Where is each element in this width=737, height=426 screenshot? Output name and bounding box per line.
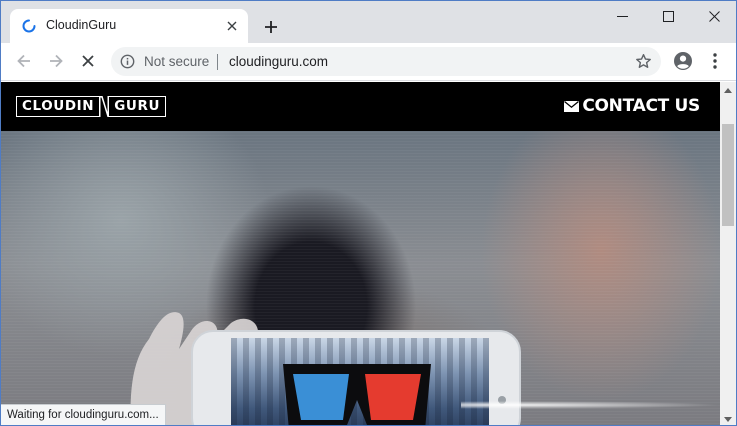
scrollbar-thumb[interactable] [722,124,734,226]
browser-toolbar: Not secure cloudinguru.com [1,43,736,81]
omnibox-divider [217,54,218,70]
contact-us-label: CONTACT US [582,96,700,116]
page-viewport: CLOUDIN GURU CONTACT US Waiting for clou… [1,82,720,425]
contact-us-link[interactable]: CONTACT US [564,96,700,116]
tab-strip: CloudinGuru [1,1,736,43]
maximize-icon [662,10,674,22]
stop-loading-button[interactable] [74,47,102,75]
new-tab-button[interactable] [259,15,283,39]
phone-screen [231,338,489,425]
site-header: CLOUDIN GURU CONTACT US [1,82,720,131]
more-vertical-icon [713,53,717,69]
hero-image [1,131,720,425]
security-label[interactable]: Not secure [144,54,209,69]
phone-illustration [191,330,521,425]
3d-glasses-icon [283,364,431,425]
scroll-down-button[interactable] [720,411,736,425]
info-icon[interactable] [120,54,135,69]
page-scrollbar[interactable] [720,82,736,425]
plus-icon [265,21,277,33]
close-icon [227,21,237,31]
star-icon[interactable] [635,53,652,70]
address-bar[interactable]: Not secure cloudinguru.com [111,47,661,76]
browser-menu-button[interactable] [705,51,725,71]
scroll-up-button[interactable] [720,82,736,98]
loading-spinner-icon [22,19,36,33]
arrow-right-icon [50,54,63,68]
url-text[interactable]: cloudinguru.com [229,54,328,69]
tab-title: CloudinGuru [46,18,117,32]
envelope-icon [564,100,580,112]
chevron-up-icon [724,87,732,93]
browser-window: CloudinGuru Not secure cloudinguru.com C… [0,0,737,426]
maximize-button[interactable] [645,1,691,31]
close-icon [708,10,720,22]
logo-slash [99,96,110,117]
logo-text-left: CLOUDIN [16,96,100,117]
minimize-icon [616,15,628,17]
account-icon[interactable] [673,51,693,71]
back-button[interactable] [10,47,38,75]
tab-close-button[interactable] [224,18,240,34]
logo-text-right: GURU [109,96,167,117]
chevron-down-icon [724,416,732,422]
status-bubble: Waiting for cloudinguru.com... [1,404,166,425]
forward-button[interactable] [42,47,70,75]
minimize-button[interactable] [599,1,645,31]
stop-loading-icon [82,55,94,67]
window-close-button[interactable] [691,1,736,31]
arrow-left-icon [17,54,30,68]
tab-cloudinguru[interactable]: CloudinGuru [10,9,248,43]
site-logo[interactable]: CLOUDIN GURU [16,96,167,117]
